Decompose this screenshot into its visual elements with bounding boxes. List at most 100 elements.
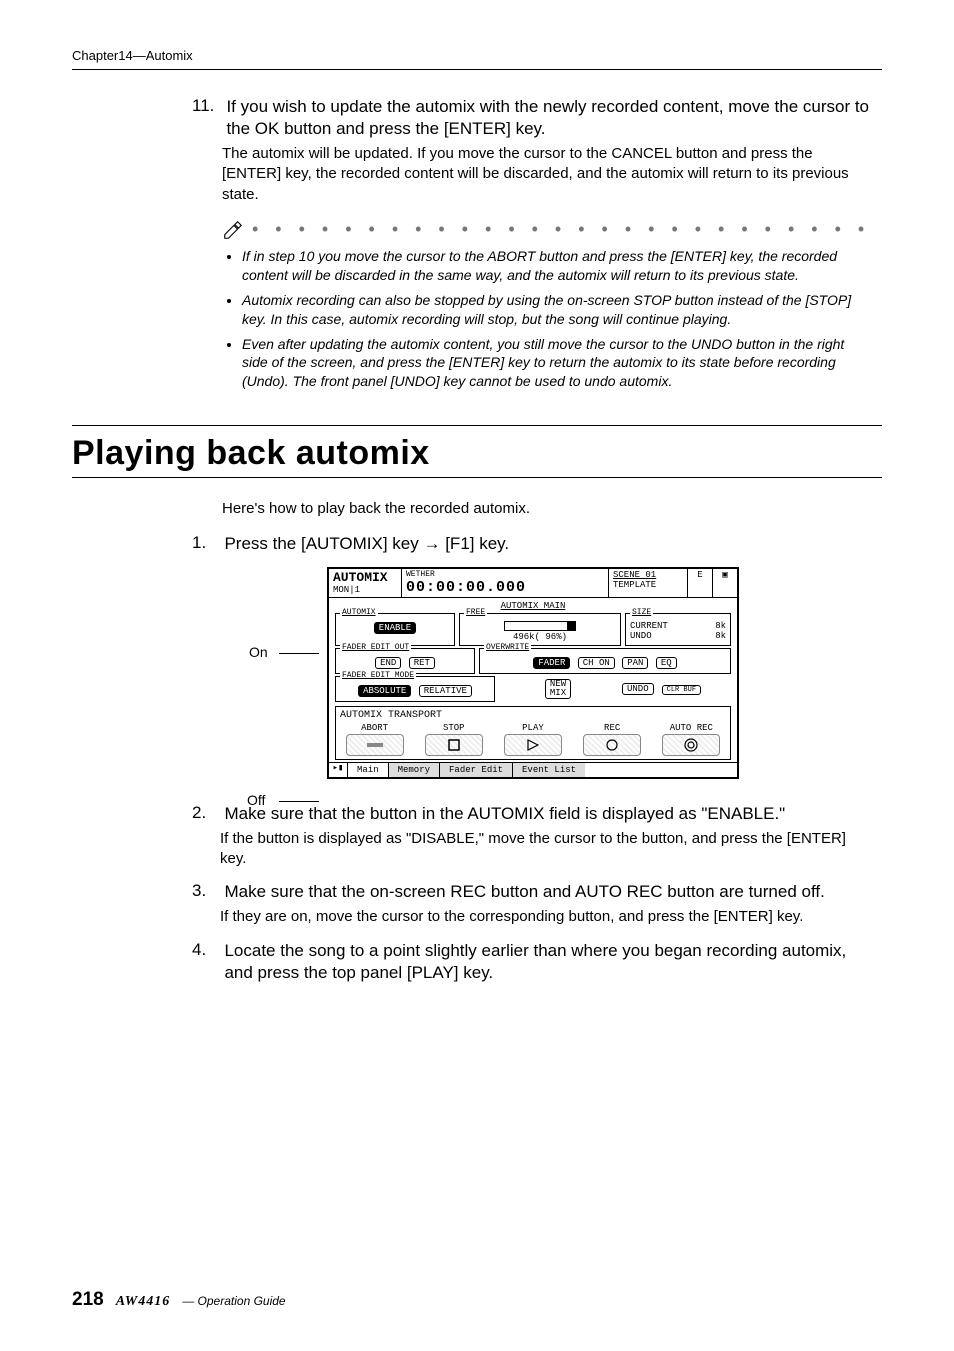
arrow-icon: →	[423, 534, 440, 553]
lcd-fadeout-grp-label: FADER EDIT OUT	[340, 643, 411, 652]
step-title-1: Press the [AUTOMIX] key → [F1] key.	[224, 533, 874, 555]
step-title-11: If you wish to update the automix with t…	[226, 96, 876, 140]
step-number-2: 2.	[192, 803, 220, 823]
lcd-play-button[interactable]	[504, 734, 562, 756]
lcd-screenshot: On Off AUTOMIX MON|1 WETHER 00:00:00.000…	[297, 567, 817, 778]
lcd-chon-button[interactable]: CH ON	[578, 657, 615, 669]
step-number-1: 1.	[192, 533, 220, 553]
lcd-relative-button[interactable]: RELATIVE	[419, 685, 472, 697]
lcd-title-bot: MON|1	[333, 585, 397, 595]
lcd-stop-label: STOP	[425, 723, 483, 733]
step-4: 4. Locate the song to a point slightly e…	[192, 940, 882, 984]
tab-fader-edit[interactable]: Fader Edit	[440, 763, 513, 777]
lcd-transport-grp-label: AUTOMIX TRANSPORT	[340, 710, 726, 721]
model-name: AW4416	[116, 1294, 171, 1310]
page-footer: 218 AW4416 — Operation Guide	[72, 1289, 286, 1311]
lcd-pan-button[interactable]: PAN	[622, 657, 648, 669]
intro-text: Here's how to play back the recorded aut…	[222, 500, 882, 517]
lcd-end-button[interactable]: END	[375, 657, 401, 669]
lcd-wether: WETHER	[406, 570, 604, 579]
guide-label: — Operation Guide	[182, 1294, 285, 1308]
note-item: Automix recording can also be stopped by…	[242, 291, 872, 329]
lcd-scene: SCENE 01	[613, 570, 683, 580]
abort-icon	[366, 740, 384, 750]
lcd-timecode: 00:00:00.000	[406, 579, 604, 596]
callout-line-off	[279, 801, 319, 802]
lcd-current-val: 8k	[715, 621, 726, 631]
lcd-newmix-button[interactable]: NEW MIX	[545, 679, 571, 699]
section-heading: Playing back automix	[72, 425, 882, 478]
lcd-autorec-button[interactable]	[662, 734, 720, 756]
lcd-fademode-grp-label: FADER EDIT MODE	[340, 671, 416, 680]
tab-memory[interactable]: Memory	[389, 763, 440, 777]
chapter-header: Chapter14—Automix	[72, 48, 882, 70]
lcd-size-group: SIZE CURRENT8k UNDO8k	[625, 613, 731, 645]
lcd-main-section-label: AUTOMIX MAIN	[329, 601, 737, 611]
note-item: If in step 10 you move the cursor to the…	[242, 247, 872, 285]
lcd-undo-val: 8k	[715, 631, 726, 641]
lcd-absolute-button[interactable]: ABSOLUTE	[358, 685, 411, 697]
lcd-tabs: ▸▮ Main Memory Fader Edit Event List	[329, 762, 737, 777]
step-3: 3. Make sure that the on-screen REC butt…	[192, 881, 882, 927]
lcd-free-bar	[504, 621, 576, 631]
step-number-3: 3.	[192, 881, 220, 901]
lcd-titlebar: AUTOMIX MON|1 WETHER 00:00:00.000 SCENE …	[329, 569, 737, 598]
lcd-automix-group: AUTOMIX ENABLE	[335, 613, 455, 645]
lcd-ret-button[interactable]: RET	[409, 657, 435, 669]
step1-post: [F1] key.	[440, 534, 509, 553]
lcd-free-group: FREE 496k( 96%)	[459, 613, 621, 645]
lcd-undo-button[interactable]: UNDO	[622, 683, 654, 695]
lcd-free-grp-label: FREE	[464, 608, 487, 617]
lcd-fader-button[interactable]: FADER	[533, 657, 570, 669]
autorec-icon	[684, 738, 698, 752]
callout-line-on	[279, 653, 319, 654]
lcd-overwrite-grp-label: OVERWRITE	[484, 643, 531, 652]
lcd-abort-label: ABORT	[346, 723, 404, 733]
note-block: • • • • • • • • • • • • • • • • • • • • …	[222, 219, 872, 391]
lcd-play-label: PLAY	[504, 723, 562, 733]
step-body-11: The automix will be updated. If you move…	[222, 144, 872, 205]
step-number-4: 4.	[192, 940, 220, 960]
tab-event-list[interactable]: Event List	[513, 763, 585, 777]
lcd-stop-button[interactable]	[425, 734, 483, 756]
step-11: 11. If you wish to update the automix wi…	[192, 96, 882, 205]
disk-icon: ▸▮	[329, 763, 348, 777]
lcd-transport-group: AUTOMIX TRANSPORT ABORT STOP PLAY REC AU…	[335, 706, 731, 760]
note-item: Even after updating the automix content,…	[242, 335, 872, 392]
rec-icon	[606, 739, 618, 751]
step1-pre: Press the [AUTOMIX] key	[224, 534, 423, 553]
step-title-4: Locate the song to a point slightly earl…	[224, 940, 874, 984]
step-title-3: Make sure that the on-screen REC button …	[224, 881, 874, 903]
play-icon	[527, 739, 539, 751]
lcd-autorec-label: AUTO REC	[662, 723, 720, 733]
step-number-11: 11.	[192, 96, 222, 116]
lcd-scene-sub: TEMPLATE	[613, 580, 683, 590]
lcd-rec-button[interactable]	[583, 734, 641, 756]
step-1: 1. Press the [AUTOMIX] key → [F1] key.	[192, 533, 882, 555]
tab-main[interactable]: Main	[348, 763, 389, 777]
page-number: 218	[72, 1289, 104, 1311]
lcd-enable-button[interactable]: ENABLE	[374, 622, 416, 634]
speaker-icon: ▣	[713, 569, 737, 597]
lcd-title-top: AUTOMIX	[333, 570, 397, 585]
lcd-free-val: 496k( 96%)	[464, 632, 616, 642]
lcd-current-lbl: CURRENT	[630, 621, 668, 631]
step-2: 2. Make sure that the button in the AUTO…	[192, 803, 882, 870]
lcd-abort-button[interactable]	[346, 734, 404, 756]
dotted-rule: • • • • • • • • • • • • • • • • • • • • …	[252, 219, 872, 240]
stop-icon	[448, 739, 460, 751]
callout-off: Off	[247, 792, 265, 808]
step-body-2: If the button is displayed as "DISABLE,"…	[220, 829, 870, 870]
pencil-icon	[222, 219, 244, 241]
lcd-rec-label: REC	[583, 723, 641, 733]
step-title-2: Make sure that the button in the AUTOMIX…	[224, 803, 874, 825]
callout-on: On	[249, 644, 268, 660]
lcd-undo-lbl: UNDO	[630, 631, 652, 641]
lcd-eq-button[interactable]: EQ	[656, 657, 677, 669]
step-body-3: If they are on, move the cursor to the c…	[220, 907, 870, 927]
lcd-automix-grp-label: AUTOMIX	[340, 608, 378, 617]
lcd-clrbuf-button[interactable]: CLR BUF	[662, 685, 701, 695]
lcd-overwrite-group: OVERWRITE FADER CH ON PAN EQ	[479, 648, 731, 674]
lcd-fademode-group: FADER EDIT MODE ABSOLUTE RELATIVE	[335, 676, 495, 702]
section-title: Playing back automix	[72, 432, 882, 475]
